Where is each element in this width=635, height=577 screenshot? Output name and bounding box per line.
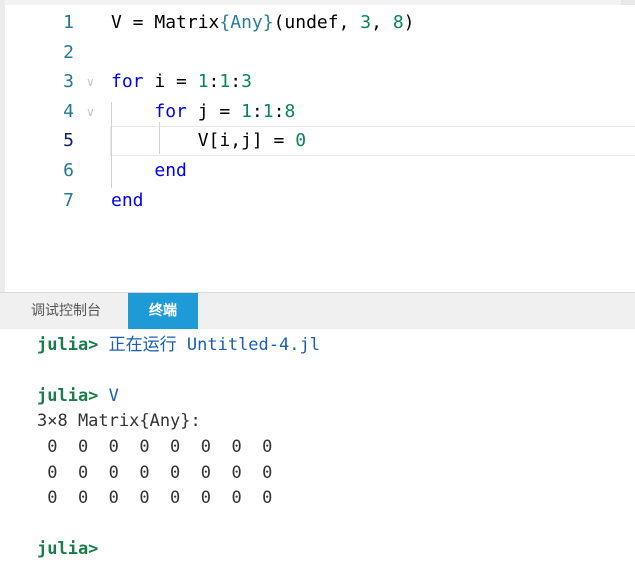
- line-number: 4: [63, 101, 74, 122]
- code-text: end: [111, 160, 187, 182]
- panel-tab-bar: 调试控制台 终端: [0, 293, 635, 329]
- line-number: 7: [63, 190, 74, 211]
- code-token: (undef,: [273, 12, 361, 33]
- code-token: 1: [241, 101, 252, 122]
- tab-terminal[interactable]: 终端: [128, 293, 198, 329]
- terminal-line: julia>: [37, 537, 98, 561]
- line-number: 5: [63, 130, 74, 151]
- code-token: 1: [197, 71, 209, 92]
- terminal-output-text: 0 0 0 0 0 0 0 0: [37, 463, 273, 483]
- code-token: 8: [284, 101, 296, 122]
- code-token: :: [230, 71, 242, 92]
- code-line[interactable]: 7 end: [0, 186, 635, 216]
- line-number: 6: [63, 160, 74, 181]
- terminal-line: 3×8 Matrix{Any}:: [37, 409, 201, 433]
- code-token: for: [111, 71, 144, 92]
- terminal-line: 0 0 0 0 0 0 0 0: [37, 486, 272, 510]
- code-text: V[i,j] = 0: [111, 130, 306, 152]
- code-token: V =: [111, 12, 155, 33]
- code-token: V[i,j] =: [111, 130, 296, 151]
- code-token: 3: [241, 71, 252, 92]
- line-number: 1: [63, 12, 74, 33]
- terminal-command: V: [98, 386, 119, 406]
- indent-guide-outer: [111, 102, 112, 188]
- terminal-line: 0 0 0 0 0 0 0 0: [37, 461, 272, 485]
- code-line[interactable]: 1 V = Matrix{Any}(undef, 3, 8): [0, 8, 635, 38]
- julia-prompt: julia>: [37, 386, 99, 406]
- code-token: ,: [371, 12, 393, 33]
- editor-top-bar: [0, 0, 635, 5]
- bottom-panel: 调试控制台 终端 julia> 正在运行 Untitled-4.jl julia>…: [0, 292, 635, 577]
- code-token: ): [403, 12, 415, 33]
- code-token: 1: [262, 101, 274, 122]
- code-token: :: [251, 101, 263, 122]
- terminal-command: 正在运行 Untitled-4.jl: [98, 335, 320, 355]
- code-token: :: [273, 101, 285, 122]
- code-token: for: [154, 101, 187, 122]
- code-token: Matrix: [154, 12, 220, 33]
- code-text: end: [111, 190, 144, 212]
- line-number: 2: [63, 42, 74, 63]
- julia-prompt: julia>: [37, 539, 99, 559]
- code-text: for i = 1:1:3: [111, 71, 252, 93]
- code-token: 0: [295, 130, 307, 151]
- terminal-line: 0 0 0 0 0 0 0 0: [37, 435, 272, 459]
- code-token: {Any}: [219, 12, 274, 33]
- code-token: i =: [143, 71, 198, 92]
- terminal-output-text: 3×8 Matrix{Any}:: [37, 411, 201, 431]
- terminal-line: julia> V: [37, 384, 119, 408]
- code-editor[interactable]: 1 V = Matrix{Any}(undef, 3, 8) 2 3 ∨ for i = …: [0, 0, 635, 292]
- fold-chevron-icon[interactable]: ∨: [86, 71, 95, 93]
- code-line[interactable]: 5 V[i,j] = 0: [0, 126, 635, 156]
- code-token: 1: [219, 71, 231, 92]
- code-line[interactable]: 4 ∨ for j = 1:1:8: [0, 97, 635, 127]
- code-line[interactable]: 2: [0, 38, 635, 68]
- code-line[interactable]: 3 ∨ for i = 1:1:3: [0, 67, 635, 97]
- code-text: for j = 1:1:8: [111, 101, 295, 123]
- terminal-output[interactable]: julia> 正在运行 Untitled-4.jl julia> V 3×8 Mat…: [0, 329, 635, 577]
- code-line[interactable]: 6 end: [0, 156, 635, 186]
- code-token: end: [154, 160, 187, 181]
- code-text: V = Matrix{Any}(undef, 3, 8): [111, 12, 415, 34]
- code-token: j =: [186, 101, 242, 122]
- fold-chevron-icon[interactable]: ∨: [86, 101, 95, 123]
- code-token: end: [111, 190, 144, 211]
- terminal-output-text: 0 0 0 0 0 0 0 0: [37, 437, 273, 457]
- indent-guide-inner: [159, 122, 160, 154]
- terminal-line: julia> 正在运行 Untitled-4.jl: [37, 333, 320, 357]
- code-token: :: [208, 71, 220, 92]
- tab-debug-console[interactable]: 调试控制台: [14, 293, 118, 329]
- julia-prompt: julia>: [37, 335, 99, 355]
- code-token: 3: [360, 12, 372, 33]
- terminal-output-text: 0 0 0 0 0 0 0 0: [37, 488, 273, 508]
- line-number: 3: [63, 71, 74, 92]
- code-token: 8: [392, 12, 404, 33]
